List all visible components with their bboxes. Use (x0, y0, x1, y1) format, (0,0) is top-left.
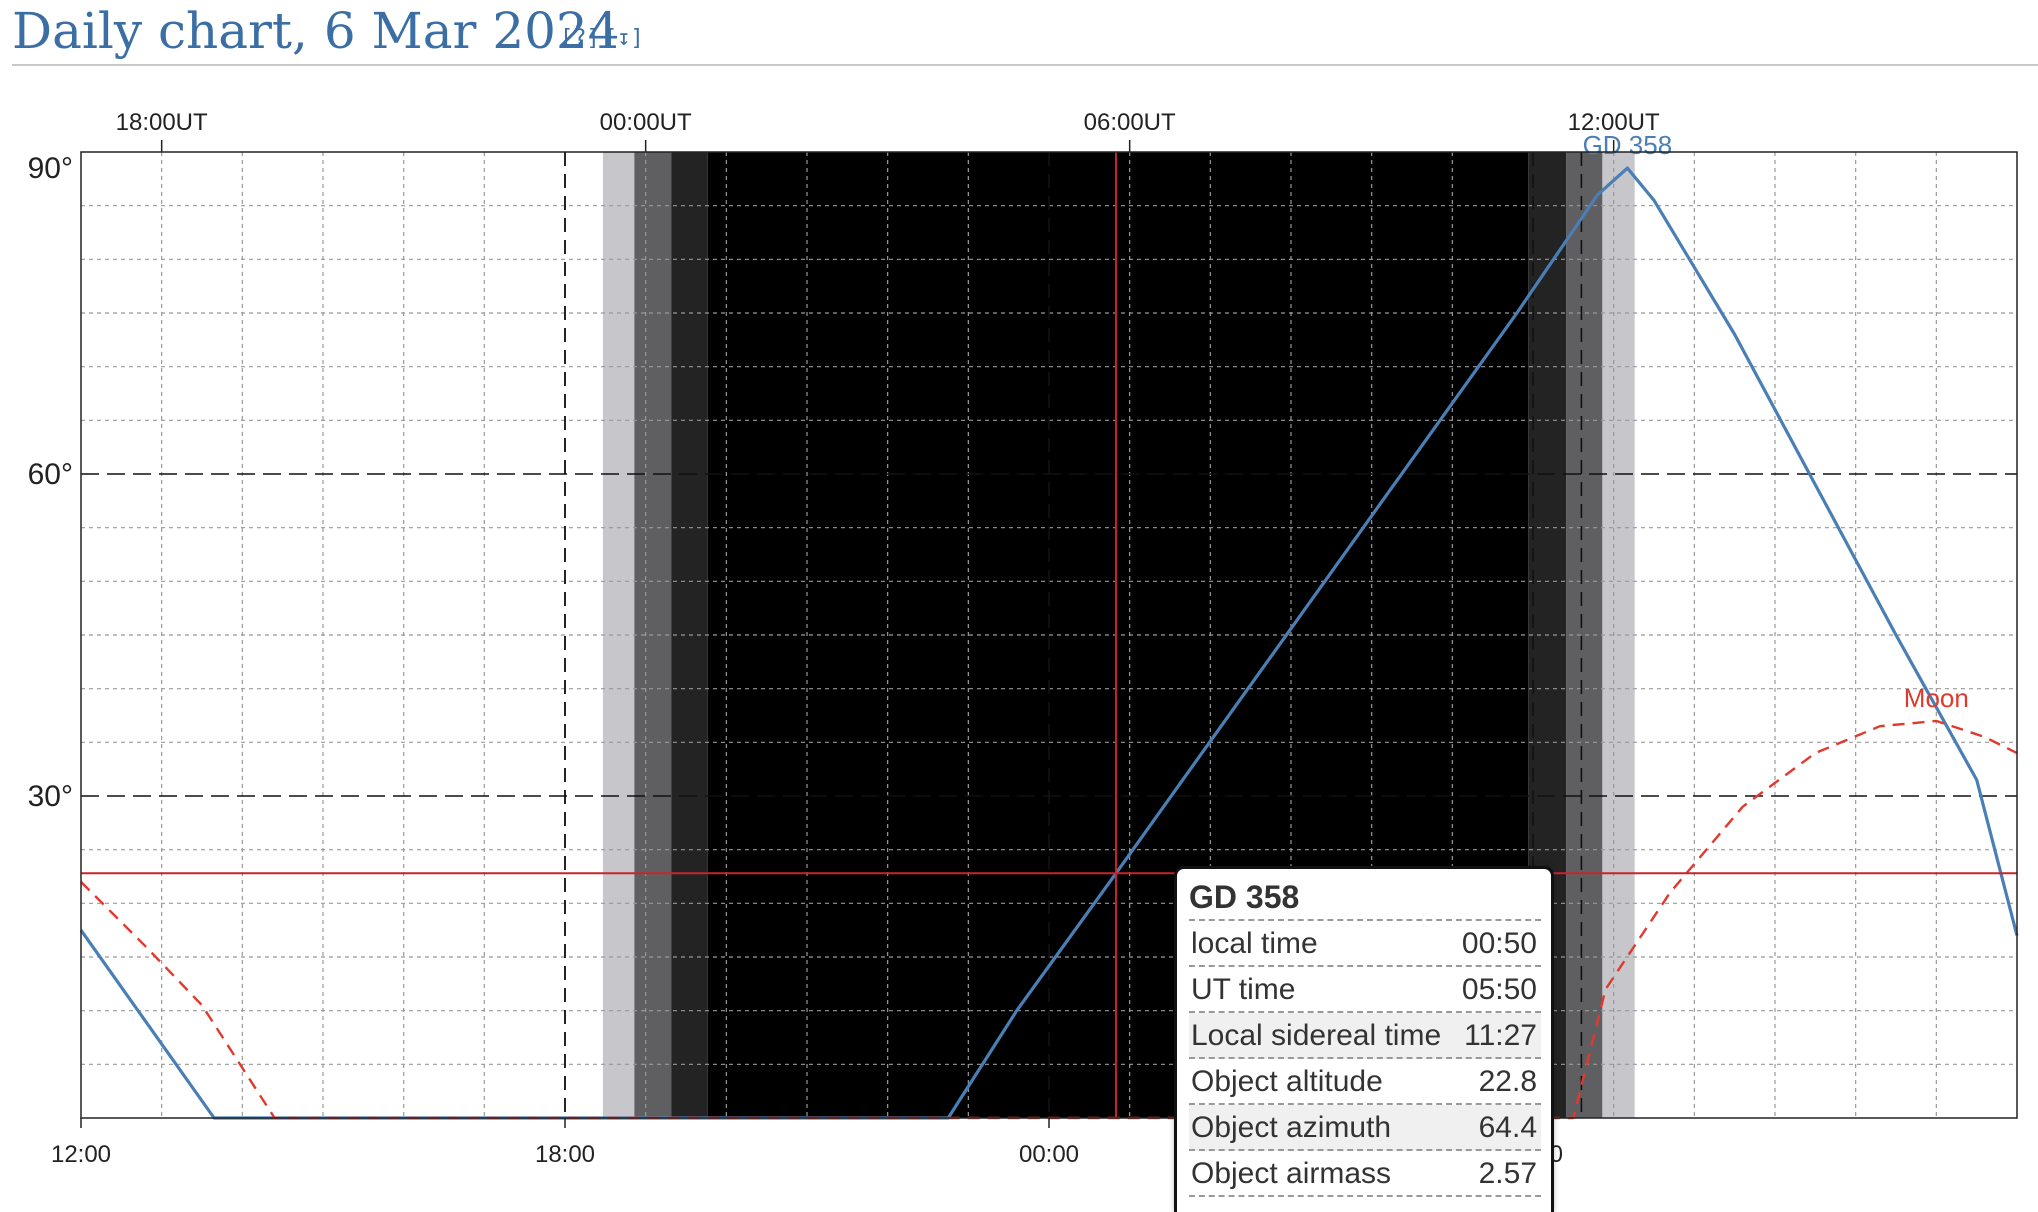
y-tick-label: 30° (28, 780, 73, 813)
y-tick-label: 60° (28, 458, 73, 491)
tooltip-row-altitude: Object altitude 22.8 (1189, 1059, 1541, 1105)
tooltip-label: Local sidereal time (1191, 1019, 1442, 1052)
tooltip-label: Object azimuth (1191, 1111, 1392, 1144)
help-link[interactable]: [?] (560, 26, 600, 51)
series-label: Moon (1904, 683, 1969, 713)
y-tick-label: 90° (28, 152, 73, 185)
tooltip-row-azimuth: Object azimuth 64.4 (1189, 1105, 1541, 1151)
point-tooltip: GD 358 local time 00:50 UT time 05:50 Lo… (1174, 866, 1554, 1212)
tooltip-row-local-time: local time 00:50 (1189, 921, 1541, 967)
top-tick-label: 06:00UT (1084, 109, 1176, 136)
tooltip-title: GD 358 (1189, 875, 1541, 921)
tooltip-value: 22.8 (1478, 1065, 1537, 1098)
altitude-chart[interactable]: GD 358Moon 12:0018:0000:0006:0018:00UT00… (0, 66, 2038, 1212)
tooltip-row-sidereal-time: Local sidereal time 11:27 (1189, 1013, 1541, 1059)
download-icon[interactable]: [↧] (604, 26, 644, 51)
tooltip-value: 2.57 (1478, 1157, 1537, 1190)
x-tick-label: 18:00 (535, 1141, 595, 1168)
tooltip-label: Object altitude (1191, 1065, 1383, 1098)
grid-lines (81, 152, 2017, 1118)
x-tick-label: 00:00 (1019, 1141, 1079, 1168)
top-tick-label: 12:00UT (1568, 109, 1660, 136)
tooltip-label: Object airmass (1191, 1157, 1392, 1190)
page-title: Daily chart, 6 Mar 2024 (12, 2, 620, 60)
tooltip-label: local time (1191, 927, 1318, 960)
chart-header: Daily chart, 6 Mar 2024 [?] [↧] (12, 0, 2038, 66)
x-tick-label: 12:00 (51, 1141, 111, 1168)
tooltip-value: 64.4 (1478, 1111, 1537, 1144)
top-tick-label: 00:00UT (600, 109, 692, 136)
tooltip-value: 05:50 (1461, 973, 1537, 1006)
tooltip-label: UT time (1191, 973, 1296, 1006)
tooltip-value: 00:50 (1461, 927, 1537, 960)
top-tick-label: 18:00UT (116, 109, 208, 136)
tooltip-row-ut-time: UT time 05:50 (1189, 967, 1541, 1013)
tooltip-value: 11:27 (1464, 1019, 1537, 1052)
tooltip-row-airmass: Object airmass 2.57 (1189, 1151, 1541, 1197)
